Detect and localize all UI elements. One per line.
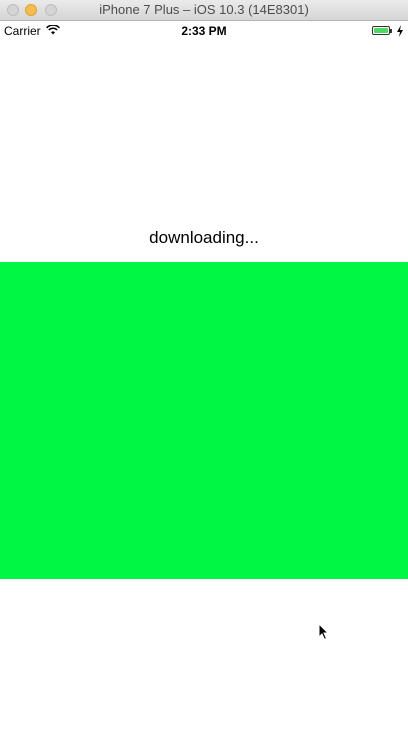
green-content-view [0, 262, 408, 579]
battery-level [374, 28, 388, 33]
battery-icon [372, 26, 390, 35]
battery-tip [390, 29, 392, 33]
status-time: 2:33 PM [181, 24, 227, 38]
ios-status-bar: Carrier 2:33 PM [0, 21, 408, 41]
charging-bolt-icon [397, 25, 403, 37]
simulator-window: iPhone 7 Plus – iOS 10.3 (14E8301) Carri… [0, 0, 408, 756]
mouse-pointer-icon [318, 623, 330, 641]
downloading-label: downloading... [149, 228, 259, 247]
window-title: iPhone 7 Plus – iOS 10.3 (14E8301) [99, 2, 309, 17]
window-titlebar[interactable]: iPhone 7 Plus – iOS 10.3 (14E8301) [0, 0, 408, 21]
